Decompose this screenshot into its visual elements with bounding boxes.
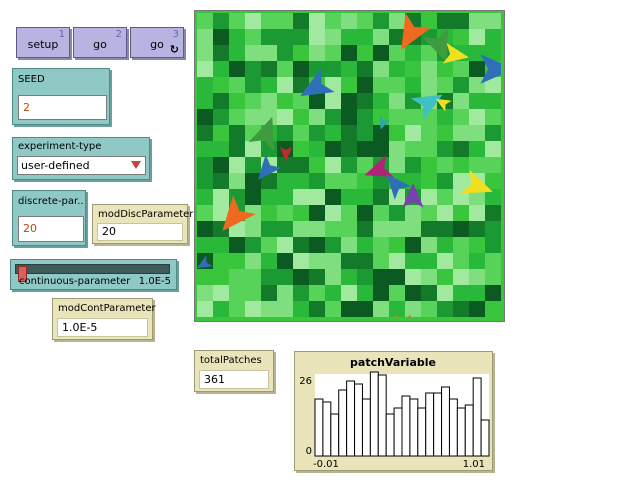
mod-disc-parameter-label: modDiscParameter	[98, 209, 194, 220]
experiment-type-chooser[interactable]: experiment-type user-defined	[12, 137, 150, 180]
plot-y-max-label: 26	[299, 376, 312, 387]
turtle	[248, 116, 275, 152]
histogram-bar	[401, 395, 411, 457]
experiment-type-label: experiment-type	[18, 141, 102, 152]
turtle	[258, 154, 282, 180]
histogram-bar	[393, 407, 403, 457]
setup-button[interactable]: 1 setup	[16, 27, 70, 58]
experiment-type-value: user-defined	[21, 159, 90, 172]
turtle	[379, 116, 390, 130]
mod-disc-parameter-value: 20	[97, 223, 183, 241]
go-forever-button[interactable]: 3 go ↻	[130, 27, 184, 58]
histogram-bar	[314, 398, 324, 457]
plot-y-min-label: 0	[306, 446, 312, 457]
turtle	[460, 169, 493, 194]
histogram-bar	[377, 374, 387, 457]
seed-input-widget[interactable]: SEED 2	[12, 68, 110, 125]
histogram-bar	[433, 392, 443, 457]
continuous-parameter-label: continuous-parameter	[19, 276, 131, 287]
mod-cont-parameter-value: 1.0E-5	[57, 318, 148, 337]
histogram-bar	[448, 398, 458, 457]
slider-track[interactable]	[15, 264, 170, 282]
continuous-parameter-value: 1.0E-5	[138, 276, 171, 287]
histogram-bar	[361, 398, 371, 457]
mod-cont-parameter-label: modContParameter	[58, 303, 156, 314]
histogram-bar	[409, 398, 419, 457]
histogram-bar	[385, 413, 395, 457]
total-patches-value: 361	[199, 370, 269, 389]
seed-input[interactable]: 2	[18, 95, 107, 120]
discrete-parameter-label: discrete-par...	[18, 196, 84, 207]
histogram-bar	[354, 383, 363, 457]
turtle	[364, 155, 394, 177]
histogram-bar	[330, 413, 340, 457]
turtle	[300, 68, 335, 97]
histogram-bar	[369, 371, 379, 457]
mod-disc-parameter-monitor: modDiscParameter 20	[92, 204, 193, 244]
plot-x-min-label: -0.01	[313, 459, 339, 470]
histogram-bar	[417, 407, 427, 457]
histogram-bar	[346, 380, 356, 457]
plot-x-max-label: 1.01	[463, 459, 485, 470]
histogram-bar	[441, 386, 450, 457]
patch-variable-plot: patchVariable 26 0 -0.01 1.01	[294, 351, 493, 471]
turtle	[394, 314, 412, 317]
setup-button-label: setup	[27, 38, 59, 51]
turtle	[401, 13, 432, 50]
turtle	[279, 146, 293, 162]
turtle	[197, 255, 213, 269]
patch-variable-histogram: patchVariable 26 0 -0.01 1.01	[299, 356, 490, 470]
world-view[interactable]	[194, 10, 505, 322]
continuous-parameter-slider[interactable]: continuous-parameter 1.0E-5	[10, 259, 177, 290]
discrete-parameter-input[interactable]: 20	[18, 216, 84, 242]
histogram-bar	[338, 389, 348, 457]
histogram-bar	[472, 377, 482, 457]
histogram-bar	[322, 401, 332, 457]
go-once-button-label: go	[93, 38, 107, 51]
seed-label: SEED	[18, 74, 45, 85]
turtle	[480, 54, 501, 84]
histogram-bar	[456, 407, 466, 457]
total-patches-label: totalPatches	[200, 355, 262, 366]
turtles-layer	[197, 13, 501, 317]
histogram-bar	[480, 419, 490, 457]
patch-grid	[197, 13, 501, 317]
mod-cont-parameter-monitor: modContParameter 1.0E-5	[52, 298, 156, 340]
plot-title: patchVariable	[350, 356, 436, 369]
total-patches-monitor: totalPatches 361	[194, 350, 274, 392]
forever-icon: ↻	[169, 43, 179, 56]
histogram-bar	[425, 392, 435, 457]
histogram-bar	[464, 404, 474, 457]
go-once-button[interactable]: 2 go	[73, 27, 127, 58]
dropdown-arrow-icon	[131, 161, 141, 169]
turtle	[222, 195, 256, 232]
experiment-type-select[interactable]: user-defined	[17, 156, 146, 175]
discrete-parameter-widget[interactable]: discrete-par... 20	[12, 190, 86, 246]
